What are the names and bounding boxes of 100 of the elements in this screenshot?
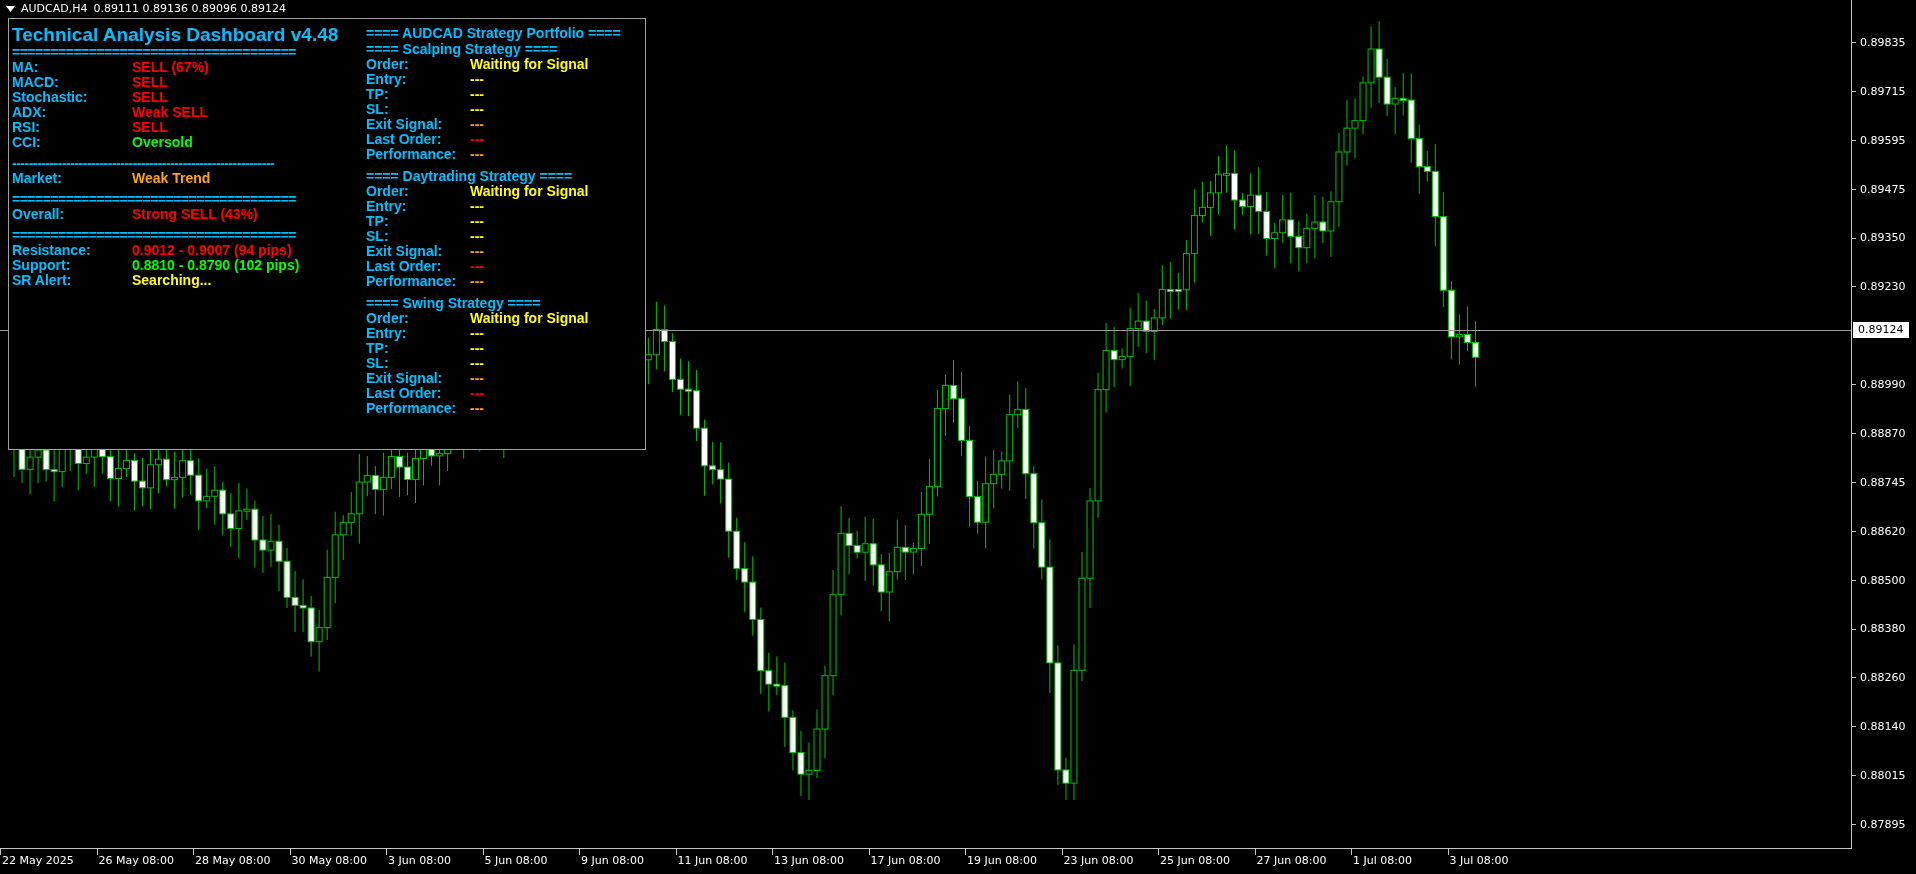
indicator-value: --- xyxy=(470,102,485,117)
indicator-value: SELL xyxy=(132,90,169,105)
price-label: 0.88500 xyxy=(1852,555,1916,605)
time-label: 30 May 08:00 xyxy=(291,854,367,867)
indicator-label: SL: xyxy=(366,356,389,371)
indicator-label: SL: xyxy=(366,102,389,117)
indicator-value: Weak Trend xyxy=(132,171,212,186)
indicator-label: Last Order: xyxy=(366,259,442,274)
separator-line: ===================================== xyxy=(12,46,297,58)
indicator-label: Order: xyxy=(366,57,409,72)
time-label: 25 Jun 08:00 xyxy=(1160,854,1230,867)
indicator-label: Resistance: xyxy=(12,243,91,258)
price-label: 0.88260 xyxy=(1852,653,1916,703)
indicator-label: Market: xyxy=(12,171,62,186)
time-label: 5 Jun 08:00 xyxy=(484,854,548,867)
indicator-label: MACD: xyxy=(12,75,59,90)
indicator-value: SELL xyxy=(132,75,169,90)
indicator-label: TP: xyxy=(366,214,389,229)
indicator-label: CCI: xyxy=(12,135,41,150)
indicator-label: ADX: xyxy=(12,105,47,120)
time-label: 9 Jun 08:00 xyxy=(581,854,644,867)
dashboard-title: Technical Analysis Dashboard v4.48 xyxy=(12,24,340,46)
price-label: 0.88745 xyxy=(1852,457,1916,507)
strategy-title: ==== Daytrading Strategy ==== xyxy=(366,168,574,184)
price-label: 0.89350 xyxy=(1852,213,1916,263)
portfolio-title: ==== AUDCAD Strategy Portfolio ==== xyxy=(366,25,622,41)
indicator-value: Weak SELL xyxy=(132,105,209,120)
indicator-label: Support: xyxy=(12,258,71,273)
indicator-label: Stochastic: xyxy=(12,90,88,105)
price-label: 0.88140 xyxy=(1852,702,1916,752)
time-label: 13 Jun 08:00 xyxy=(774,854,844,867)
time-label: 1 Jul 08:00 xyxy=(1353,854,1412,867)
indicator-label: Overall: xyxy=(12,207,65,222)
indicator-value: SELL xyxy=(132,120,169,135)
indicator-value: --- xyxy=(470,199,484,214)
price-label: 0.89595 xyxy=(1852,115,1916,165)
indicator-label: TP: xyxy=(366,87,389,102)
indicator-value: --- xyxy=(470,341,485,356)
indicator-value: Waiting for Signal xyxy=(470,311,590,326)
price-label: 0.88620 xyxy=(1852,506,1916,556)
strategy-title: ==== Swing Strategy ==== xyxy=(366,295,542,311)
indicator-value: --- xyxy=(470,371,485,386)
separator-line: ===================================== xyxy=(12,229,297,241)
indicator-value: --- xyxy=(470,147,485,162)
time-label: 22 May 2025 xyxy=(2,854,74,867)
price-label: 0.88015 xyxy=(1852,751,1916,800)
indicator-value: --- xyxy=(470,87,485,102)
time-label: 26 May 08:00 xyxy=(98,854,174,867)
dropdown-triangle-icon[interactable] xyxy=(6,5,15,12)
indicator-value: --- xyxy=(470,356,485,371)
indicator-label: Order: xyxy=(366,311,409,326)
price-label: 0.89230 xyxy=(1852,262,1916,312)
quote-values: 0.89111 0.89136 0.89096 0.89124 xyxy=(93,2,286,15)
indicator-value: --- xyxy=(470,401,485,416)
indicator-value: Strong SELL (43%) xyxy=(132,207,259,222)
indicator-label: Performance: xyxy=(366,401,457,416)
indicator-label: Order: xyxy=(366,184,409,199)
time-label: 19 Jun 08:00 xyxy=(967,854,1037,867)
time-label: 11 Jun 08:00 xyxy=(677,854,748,867)
current-price-tag: 0.89124 xyxy=(1853,322,1909,338)
indicator-value: Oversold xyxy=(132,135,194,150)
price-label: 0.88990 xyxy=(1852,360,1916,409)
indicator-value: --- xyxy=(470,326,484,341)
separator-line: ===================================== xyxy=(12,193,297,205)
indicator-label: SL: xyxy=(366,229,389,244)
indicator-label: Last Order: xyxy=(366,132,442,147)
symbol-label: AUDCAD,H4 xyxy=(21,2,88,15)
indicator-label: RSI: xyxy=(12,120,40,135)
time-label: 3 Jul 08:00 xyxy=(1449,854,1509,867)
indicator-label: Entry: xyxy=(366,199,407,214)
indicator-value: SELL (67%) xyxy=(132,60,210,75)
indicator-label: SR Alert: xyxy=(12,273,72,288)
price-label: 0.88870 xyxy=(1852,409,1916,458)
indicator-value: --- xyxy=(470,229,485,244)
indicator-value: --- xyxy=(470,72,484,87)
indicator-value: --- xyxy=(470,214,485,229)
indicator-label: Exit Signal: xyxy=(366,371,443,386)
indicator-label: Performance: xyxy=(366,274,457,289)
indicator-label: MA: xyxy=(12,60,39,75)
indicator-label: Exit Signal: xyxy=(366,244,443,259)
indicator-label: Entry: xyxy=(366,326,407,341)
time-label: 28 May 08:00 xyxy=(195,854,271,867)
time-label: 27 Jun 08:00 xyxy=(1256,854,1327,867)
indicator-value: Waiting for Signal xyxy=(470,184,590,199)
indicator-value: --- xyxy=(470,244,485,259)
price-label: 0.89475 xyxy=(1852,164,1916,214)
indicator-value: --- xyxy=(470,132,485,147)
indicator-label: Performance: xyxy=(366,147,457,162)
price-label: 0.87895 xyxy=(1852,800,1916,849)
indicator-value: --- xyxy=(470,274,485,289)
price-label: 0.89715 xyxy=(1852,66,1916,116)
price-label: 0.88380 xyxy=(1852,604,1916,654)
strategy-title: ==== Scalping Strategy ==== xyxy=(366,41,559,57)
indicator-label: Last Order: xyxy=(366,386,442,401)
price-label: 0.89835 xyxy=(1852,18,1916,67)
time-label: 23 Jun 08:00 xyxy=(1063,854,1134,867)
indicator-label: Entry: xyxy=(366,72,407,87)
indicator-value: 0.8810 - 0.8790 (102 pips) xyxy=(132,258,301,273)
indicator-value: Searching... xyxy=(132,273,213,288)
indicator-value: --- xyxy=(470,117,485,132)
